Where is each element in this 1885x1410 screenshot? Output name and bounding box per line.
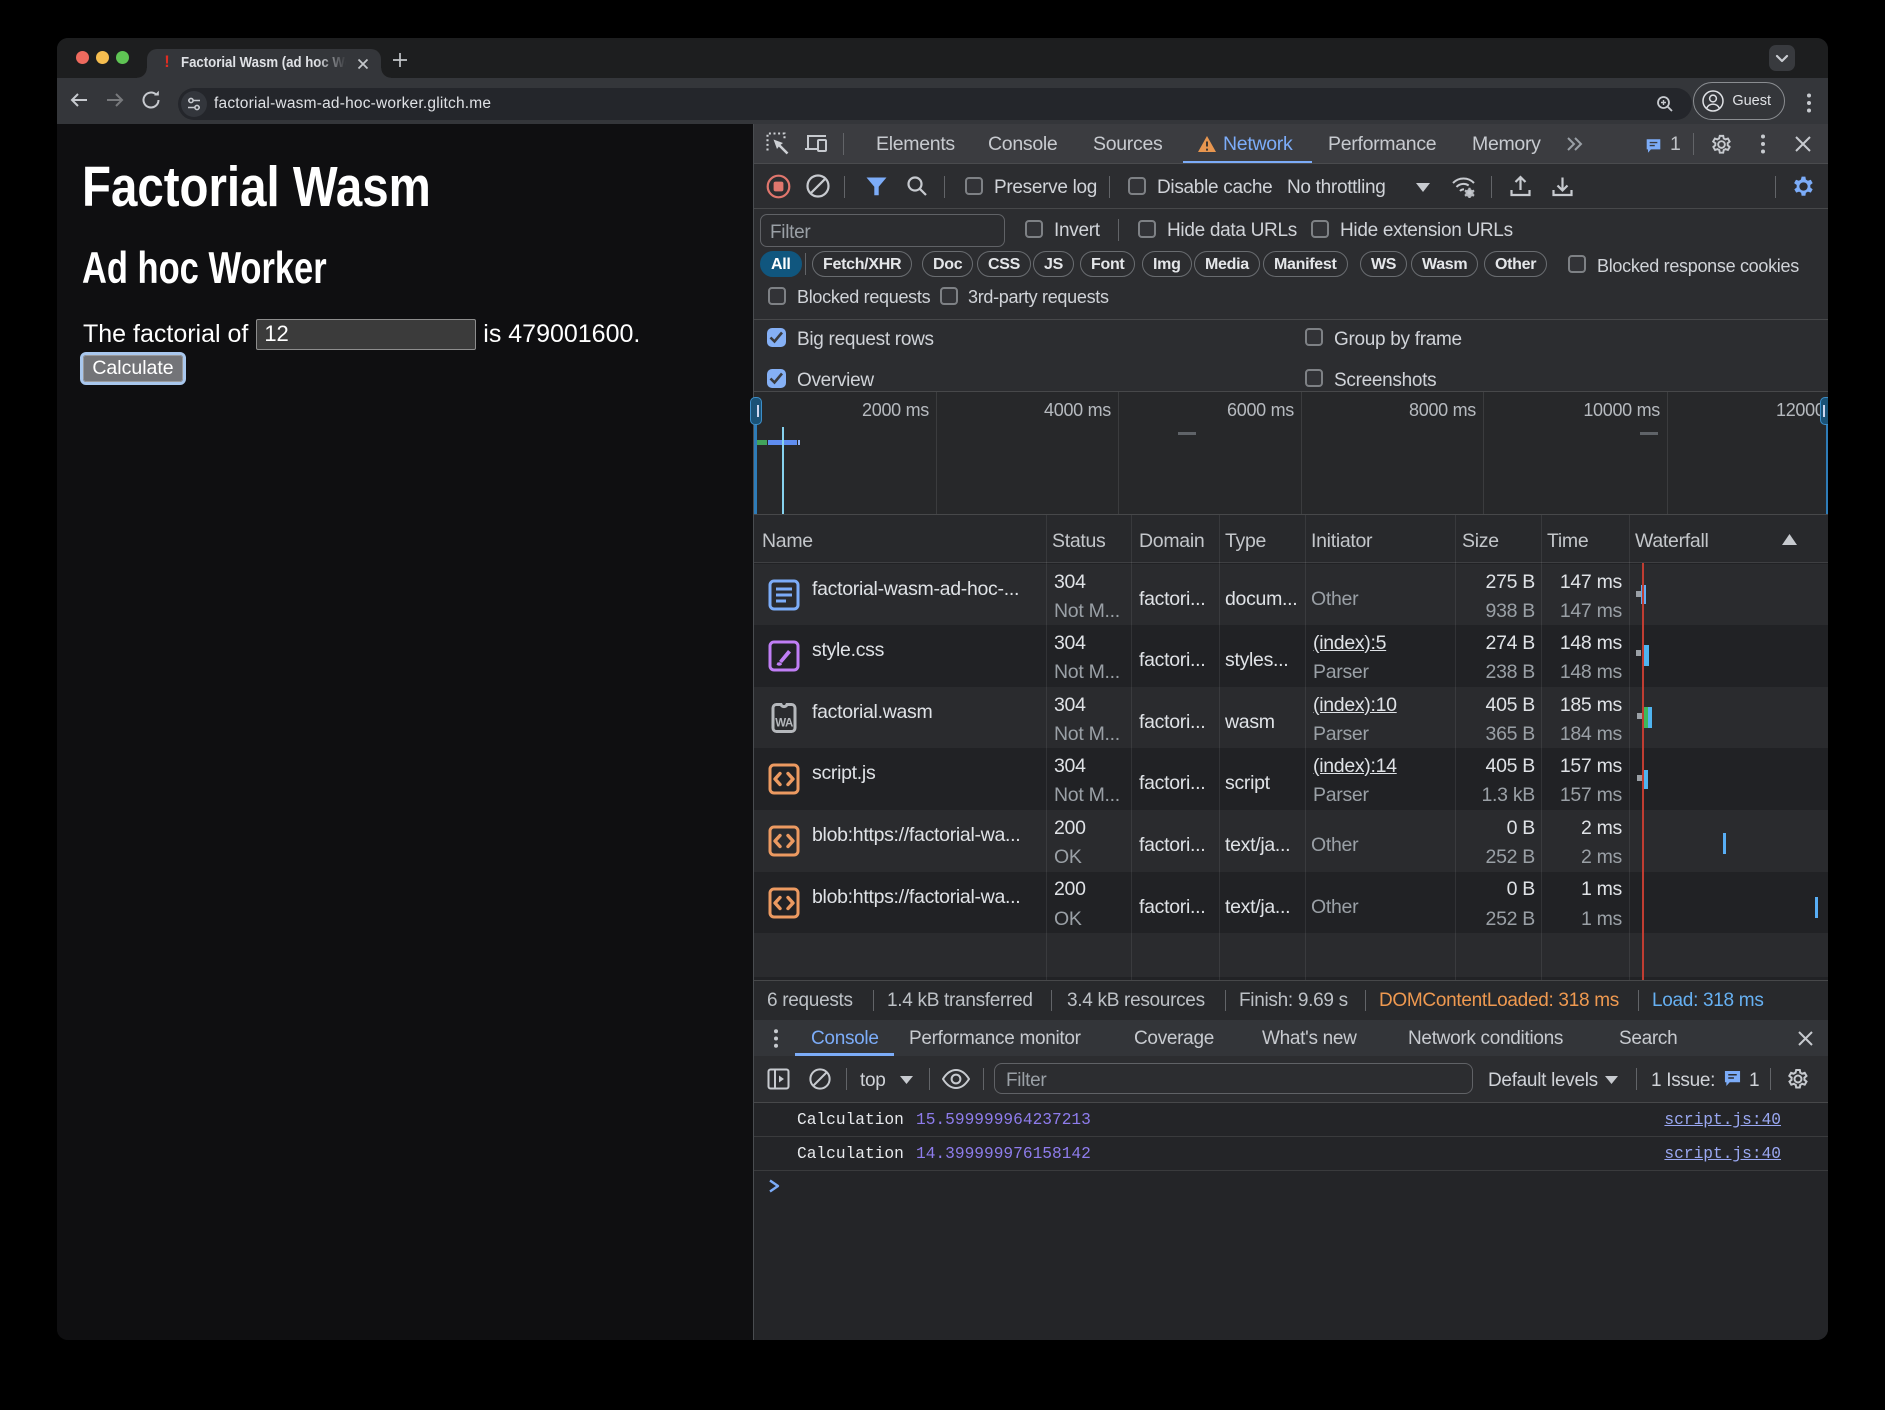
svg-text:WA: WA [775,718,793,730]
